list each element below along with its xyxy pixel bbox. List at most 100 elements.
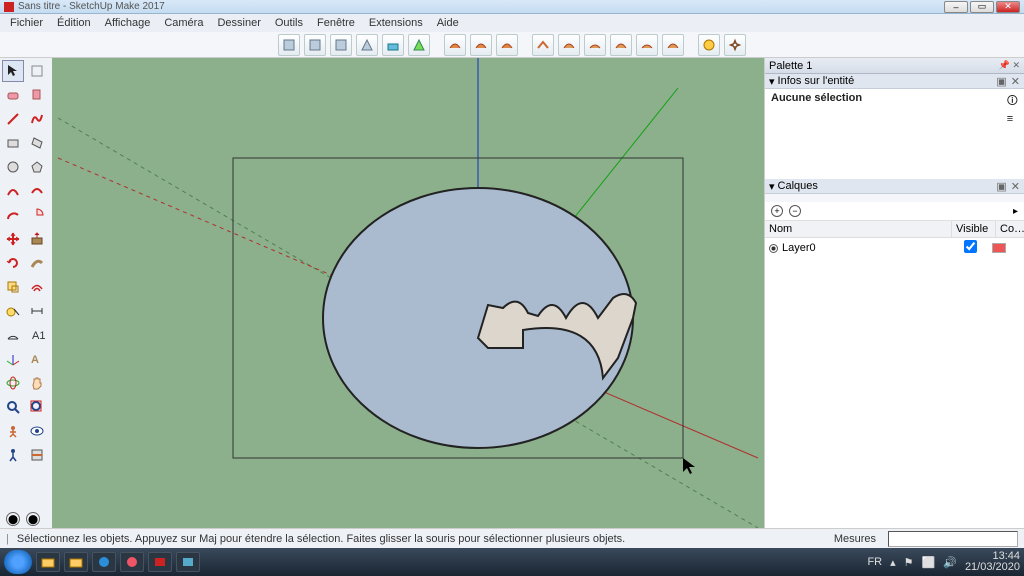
sandbox-tool-icon[interactable] bbox=[496, 34, 518, 56]
layer-menu-button[interactable]: ▸ bbox=[1013, 206, 1018, 217]
close-icon[interactable]: ✕ bbox=[1011, 75, 1020, 88]
offset-tool-icon[interactable] bbox=[26, 276, 48, 298]
menu-fichier[interactable]: Fichier bbox=[4, 16, 49, 30]
rotated-rect-tool-icon[interactable] bbox=[26, 132, 48, 154]
minimize-button[interactable]: – bbox=[944, 1, 968, 13]
solid-tool-icon[interactable] bbox=[330, 34, 352, 56]
rotate-tool-icon[interactable] bbox=[2, 252, 24, 274]
threepoint-arc-tool-icon[interactable] bbox=[2, 204, 24, 226]
axes-tool-icon[interactable] bbox=[2, 348, 24, 370]
tray-date[interactable]: 21/03/2020 bbox=[965, 562, 1020, 573]
pin-icon[interactable]: 📌 ✕ bbox=[999, 60, 1020, 71]
move-tool-icon[interactable] bbox=[2, 228, 24, 250]
extension-manager-icon[interactable] bbox=[724, 34, 746, 56]
credits-icon[interactable]: ⬤ bbox=[26, 512, 40, 526]
pushpull-tool-icon[interactable] bbox=[26, 228, 48, 250]
menu-outils[interactable]: Outils bbox=[269, 16, 309, 30]
sandbox-tool-icon[interactable] bbox=[610, 34, 632, 56]
tray-network-icon[interactable]: ⬜ bbox=[922, 556, 936, 569]
pie-tool-icon[interactable] bbox=[26, 204, 48, 226]
menu-extensions[interactable]: Extensions bbox=[363, 16, 429, 30]
protractor-tool-icon[interactable] bbox=[2, 324, 24, 346]
sandbox-tool-icon[interactable] bbox=[532, 34, 554, 56]
tray-lang[interactable]: FR bbox=[867, 556, 882, 568]
dimension-tool-icon[interactable] bbox=[26, 300, 48, 322]
close-button[interactable]: ✕ bbox=[996, 1, 1020, 13]
orbit-tool-icon[interactable] bbox=[2, 372, 24, 394]
followme-tool-icon[interactable] bbox=[26, 252, 48, 274]
zoom-tool-icon[interactable] bbox=[2, 396, 24, 418]
layer-active-radio[interactable] bbox=[769, 244, 778, 253]
taskbar-app-icon[interactable] bbox=[176, 552, 200, 572]
solid-tool-icon[interactable] bbox=[278, 34, 300, 56]
taskbar-explorer-icon[interactable] bbox=[36, 552, 60, 572]
warehouse-icon[interactable] bbox=[698, 34, 720, 56]
tape-tool-icon[interactable] bbox=[2, 300, 24, 322]
tray-volume-icon[interactable]: 🔊 bbox=[943, 556, 957, 569]
measure-input[interactable] bbox=[888, 531, 1018, 547]
freehand-tool-icon[interactable] bbox=[26, 108, 48, 130]
taskbar-sketchup-icon[interactable] bbox=[148, 552, 172, 572]
zoom-extents-tool-icon[interactable] bbox=[26, 396, 48, 418]
entity-info-header[interactable]: ▾ Infos sur l'entité ▣✕ bbox=[765, 74, 1024, 89]
menu-camera[interactable]: Caméra bbox=[158, 16, 209, 30]
polygon-tool-icon[interactable] bbox=[26, 156, 48, 178]
walk-tool-icon[interactable] bbox=[2, 444, 24, 466]
section-tool-icon[interactable] bbox=[26, 444, 48, 466]
component-tool-icon[interactable] bbox=[26, 60, 48, 82]
tray-action-icon[interactable]: ⚑ bbox=[904, 556, 914, 569]
solid-tool-icon[interactable] bbox=[356, 34, 378, 56]
rectangle-tool-icon[interactable] bbox=[2, 132, 24, 154]
solid-tool-icon[interactable] bbox=[304, 34, 326, 56]
circle-tool-icon[interactable] bbox=[2, 156, 24, 178]
pan-tool-icon[interactable] bbox=[26, 372, 48, 394]
taskbar-firefox-icon[interactable] bbox=[120, 552, 144, 572]
geo-location-icon[interactable]: ⬤ bbox=[6, 512, 20, 526]
palette-header[interactable]: Palette 1 📌 ✕ bbox=[765, 58, 1024, 74]
taskbar-explorer-icon[interactable] bbox=[64, 552, 88, 572]
sandbox-tool-icon[interactable] bbox=[636, 34, 658, 56]
solid-tool-icon[interactable] bbox=[382, 34, 404, 56]
sandbox-tool-icon[interactable] bbox=[662, 34, 684, 56]
taskbar-edge-icon[interactable] bbox=[92, 552, 116, 572]
menu-aide[interactable]: Aide bbox=[431, 16, 465, 30]
info-icon[interactable]: 🛈 bbox=[1007, 92, 1018, 111]
tray-chevron-icon[interactable]: ▴ bbox=[890, 556, 896, 569]
arc-tool-icon[interactable] bbox=[2, 180, 24, 202]
details-icon[interactable]: ≡ bbox=[1007, 113, 1018, 125]
sandbox-tool-icon[interactable] bbox=[470, 34, 492, 56]
text-tool-icon[interactable]: A1 bbox=[26, 324, 48, 346]
start-button[interactable] bbox=[4, 550, 32, 574]
layer-col-visible[interactable]: Visible bbox=[952, 221, 996, 237]
sandbox-tool-icon[interactable] bbox=[558, 34, 580, 56]
position-camera-tool-icon[interactable] bbox=[2, 420, 24, 442]
eraser-tool-icon[interactable] bbox=[2, 84, 24, 106]
sandbox-tool-icon[interactable] bbox=[584, 34, 606, 56]
layers-header[interactable]: ▾ Calques ▣✕ bbox=[765, 179, 1024, 194]
sandbox-tool-icon[interactable] bbox=[444, 34, 466, 56]
twopoint-arc-tool-icon[interactable] bbox=[26, 180, 48, 202]
line-tool-icon[interactable] bbox=[2, 108, 24, 130]
scale-tool-icon[interactable] bbox=[2, 276, 24, 298]
remove-layer-button[interactable]: − bbox=[789, 205, 801, 217]
menu-dessiner[interactable]: Dessiner bbox=[211, 16, 266, 30]
menu-edition[interactable]: Édition bbox=[51, 16, 97, 30]
solid-tool-icon[interactable] bbox=[408, 34, 430, 56]
3dtext-tool-icon[interactable]: A bbox=[26, 348, 48, 370]
maximize-button[interactable]: ▭ bbox=[970, 1, 994, 13]
layer-visible-checkbox[interactable] bbox=[964, 240, 977, 253]
layer-col-name[interactable]: Nom bbox=[765, 221, 952, 237]
paint-tool-icon[interactable] bbox=[26, 84, 48, 106]
collapse-icon[interactable]: ▣ bbox=[996, 75, 1006, 88]
menu-affichage[interactable]: Affichage bbox=[99, 16, 157, 30]
layer-col-color[interactable]: Co… bbox=[996, 221, 1024, 237]
layer-row[interactable]: Layer0 bbox=[765, 238, 1024, 258]
viewport[interactable] bbox=[52, 58, 764, 528]
close-icon[interactable]: ✕ bbox=[1011, 180, 1020, 193]
add-layer-button[interactable]: + bbox=[771, 205, 783, 217]
layer-color-swatch[interactable] bbox=[992, 243, 1006, 253]
select-tool-icon[interactable] bbox=[2, 60, 24, 82]
look-around-tool-icon[interactable] bbox=[26, 420, 48, 442]
collapse-icon[interactable]: ▣ bbox=[996, 180, 1006, 193]
menu-fenetre[interactable]: Fenêtre bbox=[311, 16, 361, 30]
